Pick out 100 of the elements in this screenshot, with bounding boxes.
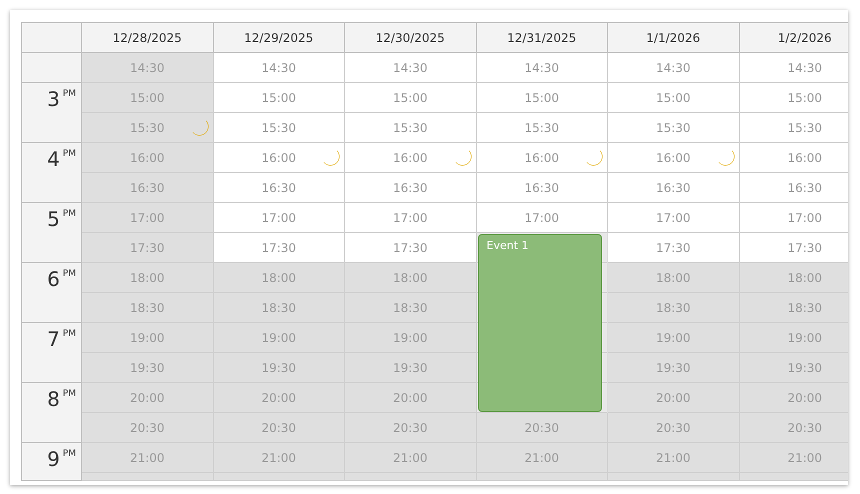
time-slot[interactable]: 16:00 [345, 143, 476, 173]
slot-time: 16:00 [392, 150, 428, 164]
time-slot[interactable]: 21:00 [345, 443, 476, 473]
time-slot[interactable]: 17:00 [82, 203, 214, 233]
time-slot[interactable]: 17:30 [214, 233, 345, 263]
time-slot[interactable]: 20:00 [740, 383, 848, 413]
time-slot[interactable]: 14:30 [214, 53, 345, 83]
time-slot[interactable]: 19:30 [214, 353, 345, 383]
time-slot[interactable]: 18:00 [345, 263, 476, 293]
time-slot[interactable]: 19:30 [608, 353, 740, 383]
time-slot[interactable]: 17:00 [345, 203, 476, 233]
time-slot[interactable]: 17:30 [82, 233, 214, 263]
time-slot[interactable]: 19:30 [740, 353, 848, 383]
time-slot[interactable]: 21:00 [608, 443, 740, 473]
time-slot[interactable]: 21:00 [82, 443, 214, 473]
time-slot[interactable]: 19:30 [82, 353, 214, 383]
time-slot[interactable]: 18:00 [82, 263, 214, 293]
time-slot[interactable]: 18:30 [608, 293, 740, 323]
time-slot[interactable]: 18:30 [82, 293, 214, 323]
time-slot[interactable]: 16:30 [608, 173, 740, 203]
time-slot[interactable]: 16:00 [82, 143, 214, 173]
slot-time: 17:00 [524, 210, 560, 224]
time-slot[interactable]: 17:00 [214, 203, 345, 233]
time-slot[interactable]: 14:30 [82, 53, 214, 83]
time-slot[interactable]: 15:30 [345, 113, 476, 143]
time-slot[interactable]: 18:30 [214, 293, 345, 323]
time-slot[interactable]: 20:00 [608, 383, 740, 413]
time-slot[interactable]: 17:00 [608, 203, 740, 233]
time-slot[interactable]: 17:00 [740, 203, 848, 233]
time-slot[interactable]: 15:00 [476, 83, 608, 113]
date-header: 12/31/2025 [476, 23, 608, 53]
time-slot[interactable]: 20:30 [608, 413, 740, 443]
time-slot[interactable]: 17:30 [740, 233, 848, 263]
time-slot[interactable]: 15:30 [608, 113, 740, 143]
time-slot[interactable]: 15:30 [214, 113, 345, 143]
time-slot[interactable]: 17:00 [476, 203, 608, 233]
time-slot[interactable]: 16:00 [476, 143, 608, 173]
time-slot[interactable]: 18:30 [740, 293, 848, 323]
time-slot[interactable] [345, 473, 476, 481]
time-slot[interactable]: 19:00 [82, 323, 214, 353]
time-slot[interactable] [608, 473, 740, 481]
time-slot[interactable]: 15:30 [476, 113, 608, 143]
time-slot[interactable]: 19:00 [345, 323, 476, 353]
slot-time: 21:00 [656, 450, 691, 464]
time-slot[interactable]: 17:30 [608, 233, 740, 263]
hour-suffix: PM [62, 208, 76, 221]
time-slot[interactable]: 17:30 [345, 233, 476, 263]
slot-time: 17:30 [392, 240, 428, 254]
time-slot[interactable]: 21:00 [740, 443, 848, 473]
time-slot[interactable]: 20:00 [345, 383, 476, 413]
time-slot[interactable]: 16:30 [476, 173, 608, 203]
time-slot[interactable]: 21:00 [476, 443, 608, 473]
time-slot[interactable]: 14:30 [740, 53, 848, 83]
time-slot[interactable]: 19:30 [345, 353, 476, 383]
time-slot[interactable]: 15:00 [82, 83, 214, 113]
time-slot[interactable]: 15:00 [740, 83, 848, 113]
time-slot[interactable] [82, 473, 214, 481]
time-slot[interactable]: 19:00 [214, 323, 345, 353]
time-slot[interactable]: 16:30 [214, 173, 345, 203]
slot-time: 15:30 [392, 120, 428, 134]
time-slot[interactable]: 18:30 [345, 293, 476, 323]
time-slot[interactable]: 19:00 [740, 323, 848, 353]
slot-time: 15:00 [524, 90, 560, 104]
time-slot[interactable]: 21:00 [214, 443, 345, 473]
time-slot[interactable]: 15:00 [608, 83, 740, 113]
time-slot[interactable]: 14:30 [476, 53, 608, 83]
time-slot[interactable]: 16:30 [345, 173, 476, 203]
time-slot[interactable]: 15:30 [82, 113, 214, 143]
slot-time: 15:30 [656, 120, 691, 134]
time-slot[interactable]: 15:00 [214, 83, 345, 113]
time-slot[interactable]: 16:30 [740, 173, 848, 203]
time-slot[interactable]: 18:00 [740, 263, 848, 293]
time-slot[interactable]: 20:30 [740, 413, 848, 443]
time-slot[interactable]: 18:00 [608, 263, 740, 293]
time-slot[interactable]: 19:00 [608, 323, 740, 353]
time-slot[interactable]: 20:30 [345, 413, 476, 443]
slot-time: 15:30 [787, 120, 822, 134]
time-slot[interactable]: 14:30 [345, 53, 476, 83]
time-slot[interactable]: 20:30 [82, 413, 214, 443]
slot-time: 16:00 [524, 150, 560, 164]
slot-time: 18:30 [130, 300, 165, 314]
time-slot[interactable]: 16:00 [608, 143, 740, 173]
hour-label: 6 [47, 267, 60, 291]
time-slot[interactable]: 20:30 [476, 413, 608, 443]
time-slot[interactable] [740, 473, 848, 481]
slot-time: 16:30 [787, 180, 822, 194]
slot-time: 14:30 [261, 60, 296, 74]
time-slot[interactable] [476, 473, 608, 481]
time-slot[interactable]: 20:30 [214, 413, 345, 443]
time-slot[interactable]: 16:00 [740, 143, 848, 173]
time-slot[interactable]: 16:30 [82, 173, 214, 203]
slot-time: 17:30 [130, 240, 165, 254]
time-slot[interactable] [214, 473, 345, 481]
time-slot[interactable]: 15:30 [740, 113, 848, 143]
time-slot[interactable]: 18:00 [214, 263, 345, 293]
time-slot[interactable]: 20:00 [82, 383, 214, 413]
time-slot[interactable]: 16:00 [214, 143, 345, 173]
time-slot[interactable]: 15:00 [345, 83, 476, 113]
time-slot[interactable]: 14:30 [608, 53, 740, 83]
time-slot[interactable]: 20:00 [214, 383, 345, 413]
